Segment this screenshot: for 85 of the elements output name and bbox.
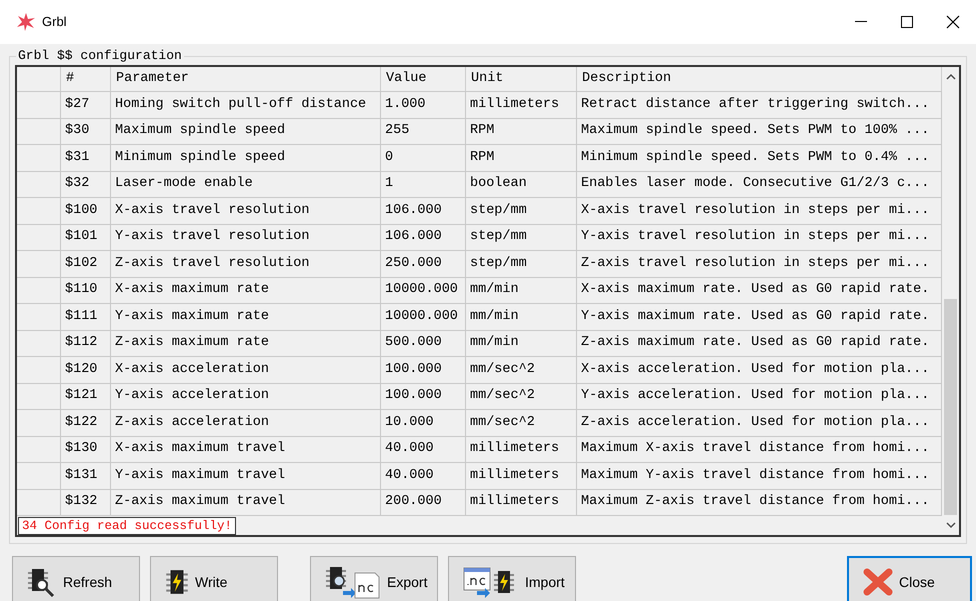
column-header[interactable]: Unit — [466, 67, 577, 91]
table-cell: X-axis travel resolution — [111, 198, 381, 224]
table-cell: Minimum spindle speed — [111, 145, 381, 170]
table-cell: 40.000 — [381, 463, 466, 488]
table-cell: X-axis maximum travel — [111, 436, 381, 462]
table-cell: $132 — [61, 490, 111, 515]
column-header[interactable]: Value — [381, 67, 466, 91]
table-cell: millimeters — [466, 92, 577, 118]
table-cell: mm/sec^2 — [466, 357, 577, 382]
table-cell: $102 — [61, 251, 111, 276]
table-cell: Z-axis acceleration — [111, 410, 381, 436]
table-cell: 10.000 — [381, 410, 466, 436]
table-cell: millimeters — [466, 463, 577, 488]
table-cell: step/mm — [466, 251, 577, 276]
table-cell: 40.000 — [381, 436, 466, 462]
table-cell: $111 — [61, 304, 111, 330]
chip-to-file-icon — [325, 565, 381, 599]
table-cell: $32 — [61, 172, 111, 197]
table-cell: $130 — [61, 436, 111, 462]
table-cell: RPM — [466, 145, 577, 170]
table-cell: 500.000 — [381, 330, 466, 356]
table-cell: Y-axis acceleration — [111, 384, 381, 409]
table-cell: $122 — [61, 410, 111, 436]
import-button[interactable]: Import — [448, 556, 576, 601]
table-cell: mm/sec^2 — [466, 410, 577, 436]
status-message: 34 Config read successfully! — [18, 516, 236, 534]
write-button[interactable]: Write — [150, 556, 278, 601]
table-cell: 1 — [381, 172, 466, 197]
window-title: Grbl — [42, 13, 67, 32]
table-cell: 250.000 — [381, 251, 466, 276]
maximize-icon — [901, 16, 913, 28]
table-cell: $101 — [61, 224, 111, 250]
table-cell: $100 — [61, 198, 111, 224]
table-cell: X-axis maximum rate — [111, 278, 381, 303]
chip-magnifier-icon — [27, 567, 57, 597]
table-cell: 200.000 — [381, 490, 466, 515]
table-cell: $121 — [61, 384, 111, 409]
table-cell: 100.000 — [381, 357, 466, 382]
table-cell: mm/sec^2 — [466, 384, 577, 409]
table-cell: Laser-mode enable — [111, 172, 381, 197]
table-cell: mm/min — [466, 330, 577, 356]
minimize-icon — [855, 21, 867, 23]
table-cell: millimeters — [466, 436, 577, 462]
table-cell: 0 — [381, 145, 466, 170]
table-cell: $131 — [61, 463, 111, 488]
export-button[interactable]: Export — [310, 556, 438, 601]
table-cell: Y-axis maximum rate — [111, 304, 381, 330]
table-cell: Z-axis maximum travel — [111, 490, 381, 515]
table-cell: mm/min — [466, 304, 577, 330]
close-icon — [946, 15, 960, 29]
table-cell: $31 — [61, 145, 111, 170]
group-title: Grbl $$ configuration — [16, 48, 184, 64]
table-cell: $27 — [61, 92, 111, 118]
table-cell: $120 — [61, 357, 111, 382]
table-cell: Maximum spindle speed — [111, 118, 381, 144]
column-header[interactable]: # — [61, 67, 111, 91]
table-cell: boolean — [466, 172, 577, 197]
table-cell: Y-axis maximum travel — [111, 463, 381, 488]
table-cell: 100.000 — [381, 384, 466, 409]
table-cell: $112 — [61, 330, 111, 356]
table-cell: step/mm — [466, 198, 577, 224]
table-cell: Homing switch pull-off distance — [111, 92, 381, 118]
chip-lightning-icon — [165, 568, 189, 596]
table-cell: X-axis acceleration — [111, 357, 381, 382]
table-cell: RPM — [466, 118, 577, 144]
table-cell: 106.000 — [381, 224, 466, 250]
table-cell: millimeters — [466, 490, 577, 515]
table-cell: step/mm — [466, 224, 577, 250]
table-cell: Y-axis travel resolution — [111, 224, 381, 250]
app-logo-icon — [16, 12, 36, 32]
close-button[interactable]: Close — [847, 556, 972, 601]
table-cell: Z-axis maximum rate — [111, 330, 381, 356]
table-cell: 106.000 — [381, 198, 466, 224]
scrollbar-thumb[interactable] — [944, 299, 957, 515]
table-cell: Z-axis travel resolution — [111, 251, 381, 276]
refresh-button[interactable]: Refresh — [12, 556, 140, 601]
table-cell: 10000.000 — [381, 304, 466, 330]
table-cell: $110 — [61, 278, 111, 303]
table-cell: 10000.000 — [381, 278, 466, 303]
table-cell: 1.000 — [381, 92, 466, 118]
table-cell: mm/min — [466, 278, 577, 303]
table-cell: $30 — [61, 118, 111, 144]
close-icon — [863, 568, 893, 596]
table-cell: 255 — [381, 118, 466, 144]
column-header[interactable]: Parameter — [111, 67, 381, 91]
